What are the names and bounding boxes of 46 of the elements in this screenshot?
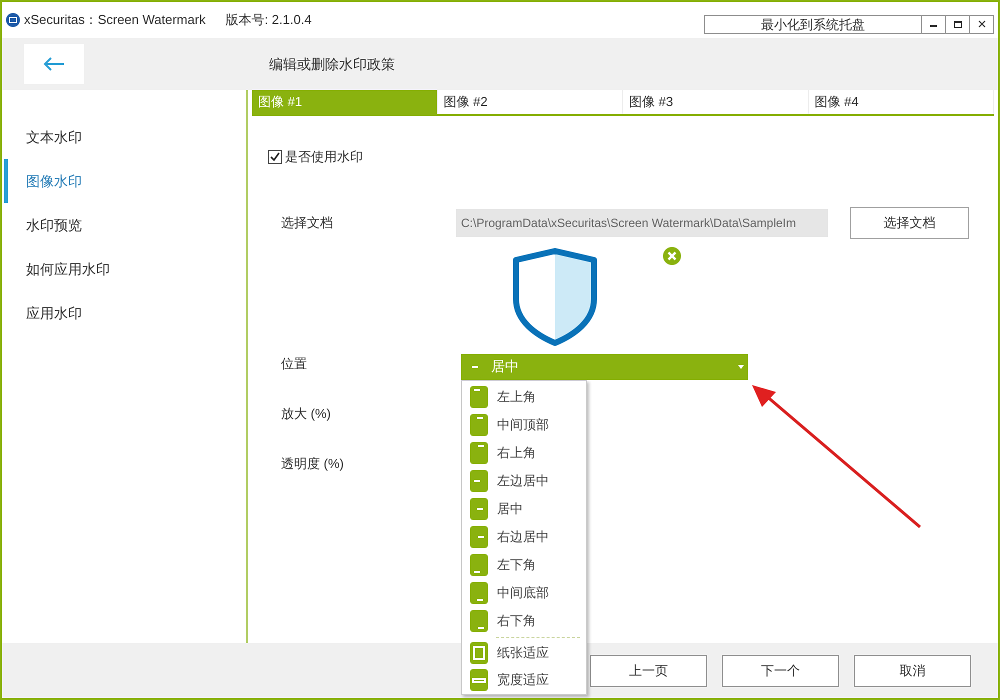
app-logo-icon [6,13,20,27]
sidebar-item[interactable]: 图像水印 [4,159,246,203]
back-button[interactable] [24,44,84,84]
close-button[interactable] [970,14,994,34]
footer-button[interactable]: 取消 [854,654,971,686]
menu-item[interactable]: 右边居中 [470,522,586,550]
sidebar-item[interactable]: 如何应用水印 [4,247,246,291]
menu-item[interactable]: 左上角 [470,382,586,410]
footer-button[interactable]: 上一页 [590,654,707,686]
menu-item[interactable]: 左下角 [470,550,586,578]
back-arrow-icon [43,57,65,71]
tab[interactable]: 图像 #4 [808,90,994,114]
minimize-to-tray-button[interactable]: 最小化到系统托盘 [704,14,922,34]
field-label: 位置 [281,354,308,372]
file-path-field[interactable]: C:\ProgramData\xSecuritas\Screen Watermark\Data\SampleIm [456,208,828,236]
menu-item[interactable]: 宽度适应 [470,666,586,694]
version-label: 版本号: 2.1.0.4 [226,11,312,30]
app-title: xSecuritas：Screen Watermark [24,11,206,30]
field-label: 选择文档 [281,214,334,232]
maximize-button[interactable] [946,14,970,34]
minimize-icon [930,25,937,27]
menu-item[interactable]: 中间底部 [470,578,586,606]
menu-item[interactable]: 中间顶部 [470,410,586,438]
tab[interactable]: 图像 #2 [438,90,623,114]
minimize-button[interactable] [922,14,946,34]
checkbox[interactable] [268,150,282,164]
menu-item[interactable]: 右下角 [470,606,586,634]
footer-button[interactable]: 下一个 [722,654,839,686]
checkbox-label: 是否使用水印 [285,148,363,166]
maximize-icon [954,20,962,28]
check-icon [270,152,280,162]
shield-icon [512,246,598,346]
dropdown-value: 居中 [491,357,519,376]
sidebar-item[interactable]: 文本水印 [4,115,246,159]
close-icon [978,20,986,28]
menu-item[interactable]: 左边居中 [470,466,586,494]
dropdown-caret-icon [738,364,744,368]
menu-item[interactable]: 右上角 [470,438,586,466]
sidebar-item[interactable]: 水印预览 [4,203,246,247]
menu-item[interactable]: 纸张适应 [470,640,586,666]
menu-item[interactable]: 居中 [470,494,586,522]
page-title: 编辑或删除水印政策 [269,54,395,74]
field-label: 放大 (%) [281,404,332,423]
sidebar-item[interactable]: 应用水印 [4,291,246,335]
field-label: 透明度 (%) [281,455,345,473]
choose-file-button[interactable]: 选择文档 [850,206,969,238]
